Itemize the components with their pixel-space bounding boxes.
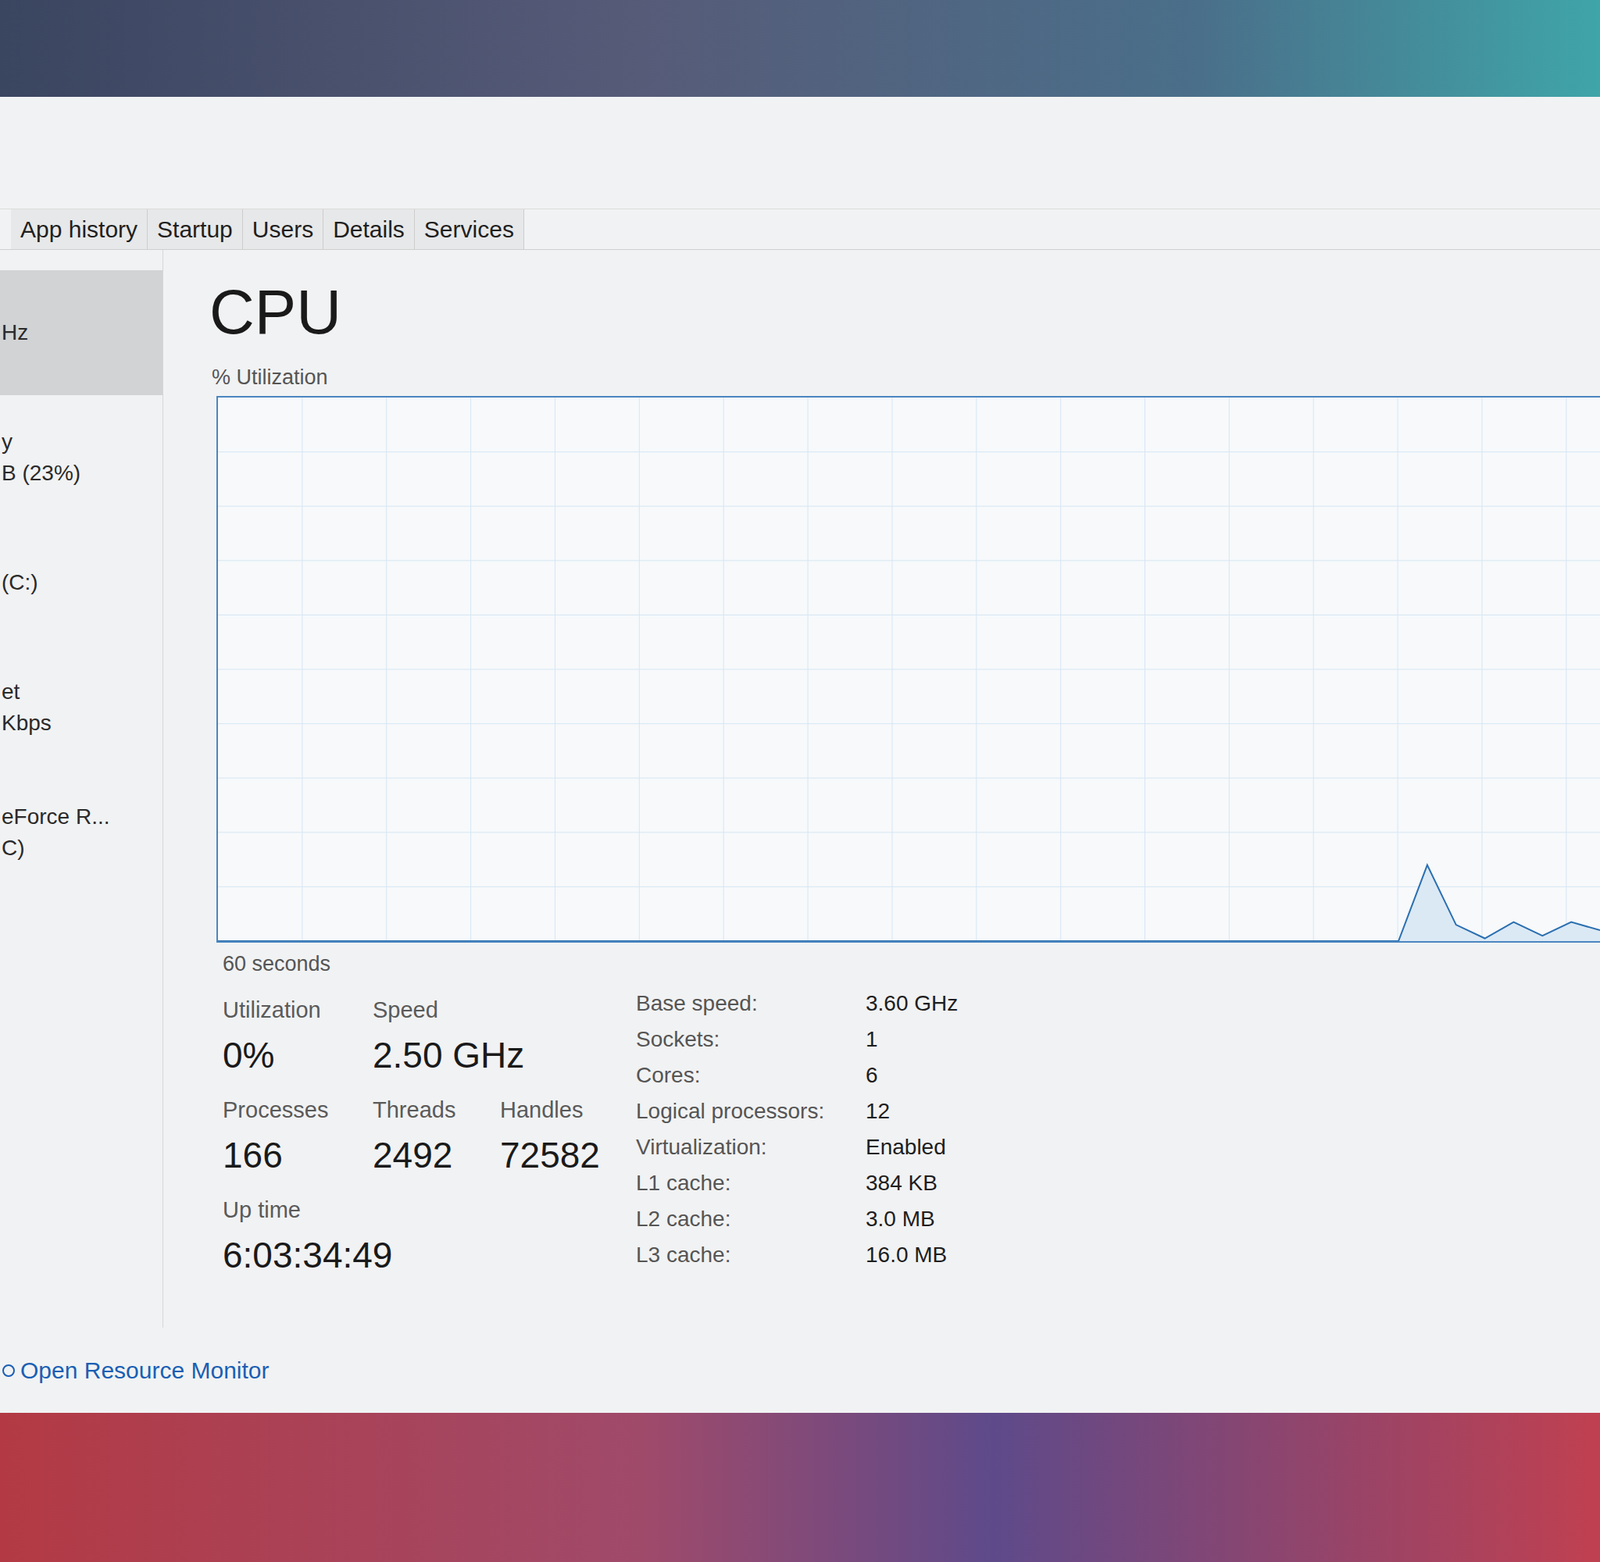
stat: Utilization 0% bbox=[222, 996, 373, 1078]
sidebar-item-text: (C:) bbox=[1, 567, 160, 599]
footer: Open Resource Monitor bbox=[0, 1328, 1600, 1414]
tab[interactable]: Users bbox=[242, 209, 324, 250]
stat-value: 2492 bbox=[372, 1133, 500, 1178]
stat-row: Processes166Threads2492Handles72582 bbox=[222, 1096, 636, 1178]
open-resource-monitor-link[interactable]: Open Resource Monitor bbox=[20, 1357, 270, 1385]
stat: Up time 6:03:34:49 bbox=[222, 1196, 373, 1278]
cpu-utilization-chart bbox=[217, 397, 1600, 942]
stat: Threads 2492 bbox=[372, 1096, 500, 1178]
info-row: Utilization0%Speed2.50 GHzProcesses166Th… bbox=[222, 985, 1600, 1278]
stat-row: Up time 6:03:34:49 bbox=[222, 1196, 636, 1278]
sidebar-item-text: Kbps bbox=[1, 707, 160, 740]
spec-label: L3 cache: bbox=[635, 1237, 866, 1274]
stat-label: Handles bbox=[500, 1096, 657, 1125]
sidebar: HzyB (23%)(C:)etKbpseForce R...C) bbox=[0, 250, 164, 1329]
sidebar-item-text: y bbox=[1, 426, 160, 458]
window-header bbox=[0, 96, 1600, 210]
spec-label: L1 cache: bbox=[635, 1165, 866, 1202]
sidebar-item-text: C) bbox=[1, 832, 160, 865]
stat-label: Up time bbox=[222, 1196, 373, 1225]
spec-label: Cores: bbox=[635, 1057, 866, 1094]
spec-label: Logical processors: bbox=[635, 1093, 866, 1130]
spec-label: L2 cache: bbox=[635, 1201, 866, 1238]
background-bottom bbox=[0, 1413, 1600, 1562]
specs-table: Base speed:3.60 GHzSockets:1Cores:6Logic… bbox=[635, 985, 958, 1274]
stat-row: Utilization 0% Speed 2.50 GHz bbox=[222, 996, 636, 1078]
spec-value: 6 bbox=[865, 1057, 958, 1094]
sidebar-item-text: B (23%) bbox=[1, 457, 160, 490]
spec-value: 12 bbox=[865, 1093, 958, 1130]
sidebar-item[interactable]: Hz bbox=[0, 270, 163, 396]
stat-value: 72582 bbox=[500, 1133, 657, 1178]
sidebar-item-text: eForce R... bbox=[1, 801, 160, 833]
background-top bbox=[0, 0, 1600, 97]
resource-monitor-icon bbox=[1, 1364, 16, 1379]
stat: Handles 72582 bbox=[500, 1096, 657, 1178]
spec-value: 1 bbox=[865, 1021, 958, 1058]
spec-label: Base speed: bbox=[635, 985, 866, 1022]
tab[interactable]: Startup bbox=[147, 209, 243, 250]
stat: Speed 2.50 GHz bbox=[372, 996, 500, 1078]
tab[interactable]: App history bbox=[10, 209, 148, 250]
spec-value: 3.0 MB bbox=[865, 1201, 958, 1238]
stat-label: Processes bbox=[222, 1096, 373, 1125]
stat-value: 2.50 GHz bbox=[372, 1033, 500, 1078]
stat-value: 0% bbox=[222, 1033, 373, 1078]
panel-title: CPU bbox=[209, 281, 1600, 344]
stat-label: Threads bbox=[372, 1096, 500, 1125]
stat-label: Utilization bbox=[222, 996, 373, 1025]
tab-bar: App historyStartupUsersDetailsServices bbox=[0, 209, 1600, 250]
task-manager-window: App historyStartupUsersDetailsServices Hz… bbox=[0, 96, 1600, 1414]
spec-value: 3.60 GHz bbox=[865, 985, 958, 1022]
tab[interactable]: Services bbox=[414, 209, 525, 250]
stats: Utilization0%Speed2.50 GHzProcesses166Th… bbox=[222, 985, 636, 1278]
sidebar-item-text: et bbox=[1, 676, 160, 708]
stat-value: 166 bbox=[222, 1133, 373, 1178]
spec-label: Sockets: bbox=[635, 1021, 866, 1058]
spec-value: 16.0 MB bbox=[865, 1237, 958, 1274]
stat-label: Speed bbox=[372, 996, 500, 1025]
spec-label: Virtualization: bbox=[635, 1129, 866, 1166]
stat: Processes 166 bbox=[222, 1096, 373, 1178]
spec-value: Enabled bbox=[865, 1129, 958, 1166]
cpu-panel: CPU% Utilization60 secondsUtilization0%S… bbox=[163, 250, 1600, 1329]
tab[interactable]: Details bbox=[323, 209, 415, 250]
chart-label: % Utilization bbox=[211, 364, 1600, 391]
chart-time-label: 60 seconds bbox=[222, 950, 1600, 978]
sidebar-item[interactable]: etKbps bbox=[0, 645, 163, 771]
chart-frame bbox=[216, 396, 1600, 943]
stat-value: 6:03:34:49 bbox=[222, 1233, 373, 1278]
sidebar-item[interactable]: (C:) bbox=[0, 520, 163, 646]
sidebar-item[interactable]: eForce R...C) bbox=[0, 770, 163, 896]
performance-body: HzyB (23%)(C:)etKbpseForce R...C)CPU% Ut… bbox=[0, 250, 1600, 1329]
spec-value: 384 KB bbox=[865, 1165, 958, 1202]
sidebar-item[interactable]: yB (23%) bbox=[0, 395, 163, 521]
screen-photo: App historyStartupUsersDetailsServices Hz… bbox=[0, 0, 1600, 1562]
sidebar-item-text: Hz bbox=[1, 317, 160, 349]
